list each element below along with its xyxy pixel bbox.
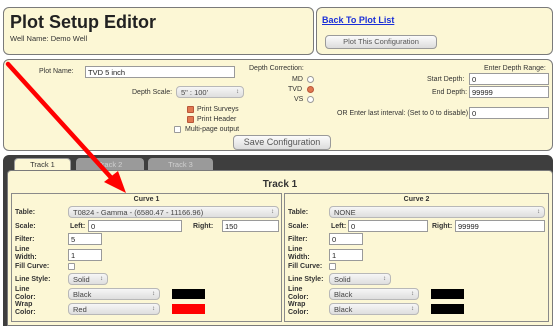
select-arrows-icon: ↕ (271, 209, 274, 215)
start-depth-input[interactable]: 0 (469, 73, 549, 85)
curve-2-table-select[interactable]: NONE ↕ (329, 206, 545, 218)
plot-name-input[interactable]: TVD 5 inch (85, 66, 235, 78)
print-header-checkbox[interactable] (187, 116, 194, 123)
curve-1-line-style-label: Line Style: (15, 276, 51, 283)
plot-name-label: Plot Name: (39, 68, 74, 75)
header-actions-panel: Back To Plot List Plot This Configuratio… (316, 7, 553, 55)
track-title: Track 1 (262, 179, 298, 190)
tab-track-3[interactable]: Track 3 (148, 158, 213, 170)
curve-1-filter-label: Filter: (15, 236, 35, 243)
print-surveys-label: Print Surveys (197, 106, 239, 113)
curve-1-fill-curve-label: Fill Curve: (15, 263, 50, 270)
tab-track-2[interactable]: Track 2 (76, 158, 144, 170)
select-arrows-icon: ↕ (383, 276, 386, 282)
curve-1-line-style-select[interactable]: Solid ↕ (68, 273, 108, 285)
select-arrows-icon: ↕ (152, 306, 155, 312)
settings-panel: Plot Name: TVD 5 inch Depth Scale: 5" : … (3, 59, 553, 151)
tab-track-1[interactable]: Track 1 (14, 158, 71, 170)
depth-correction-label: Depth Correction: (249, 65, 304, 72)
curve-2-line-style-select[interactable]: Solid ↕ (329, 273, 391, 285)
save-configuration-button[interactable]: Save Configuration (233, 135, 331, 150)
curve-2-fill-curve-checkbox[interactable] (329, 263, 336, 270)
curve-2-line-color-value: Black (334, 290, 353, 299)
curve-1-wrap-color-swatch (172, 304, 205, 314)
curve-2-right-label: Right: (432, 223, 453, 230)
curve-2-line-width-input[interactable]: 1 (329, 249, 363, 261)
header-panel: Plot Setup Editor Well Name: Demo Well (3, 7, 314, 55)
curve-2-left-label: Left: (331, 223, 347, 230)
curve-2-fill-curve-label: Fill Curve: (288, 263, 323, 270)
curve-2-filter-label: Filter: (288, 236, 308, 243)
curve-1-line-color-swatch (172, 289, 205, 299)
end-depth-label: End Depth: (432, 89, 468, 96)
last-interval-label: OR Enter last interval: (Set to 0 to dis… (337, 110, 469, 117)
curve-2-line-color-label: Line Color: (288, 286, 309, 301)
curve-2-wrap-color-select[interactable]: Black ↕ (329, 303, 419, 315)
curve-2-wrap-color-label: Wrap Color: (288, 301, 309, 316)
print-header-label: Print Header (197, 116, 237, 123)
curve-1-scale-label: Scale: (15, 223, 36, 230)
start-depth-label: Start Depth: (427, 76, 465, 83)
md-label: MD (292, 76, 303, 83)
last-interval-input[interactable]: 0 (469, 107, 549, 119)
curve-2-table-value: NONE (334, 208, 356, 217)
vs-label: VS (294, 96, 304, 103)
curve-2-line-style-label: Line Style: (288, 276, 324, 283)
select-arrows-icon: ↕ (152, 291, 155, 297)
curve-1-right-label: Right: (193, 223, 214, 230)
curve-2-line-color-select[interactable]: Black ↕ (329, 288, 419, 300)
curve-2-title: Curve 2 (403, 196, 430, 203)
curve-1-left-label: Left: (70, 223, 86, 230)
curve-1-table-value: T0824 - Gamma - (6580.47 - 11166.96) (73, 208, 204, 217)
print-surveys-checkbox[interactable] (187, 106, 194, 113)
depth-scale-label: Depth Scale: (132, 89, 173, 96)
multipage-output-label: Multi-page output (185, 126, 240, 133)
tvd-label: TVD (288, 86, 302, 93)
curve-1-filter-input[interactable]: 5 (68, 233, 102, 245)
curve-1-fill-curve-checkbox[interactable] (68, 263, 75, 270)
curve-1-line-width-label: Line Width: (15, 246, 37, 261)
curve-2-filter-input[interactable]: 0 (329, 233, 363, 245)
curve-1-wrap-color-value: Red (73, 305, 87, 314)
page-title: Plot Setup Editor (10, 12, 156, 32)
md-radio[interactable] (307, 76, 314, 83)
select-arrows-icon: ↕ (411, 306, 414, 312)
curve-1-table-select[interactable]: T0824 - Gamma - (6580.47 - 11166.96) ↕ (68, 206, 279, 218)
curve-1-table-label: Table: (15, 209, 36, 216)
curve-1-line-color-select[interactable]: Black ↕ (68, 288, 160, 300)
curve-1-line-color-value: Black (73, 290, 92, 299)
depth-scale-value: 5" : 100' (181, 88, 209, 97)
multipage-output-checkbox[interactable] (174, 126, 181, 133)
depth-scale-select[interactable]: 5" : 100' ↕ (176, 86, 244, 98)
curve-2-table-label: Table: (288, 209, 309, 216)
well-name: Well Name: Demo Well (10, 34, 88, 43)
end-depth-input[interactable]: 99999 (469, 86, 549, 98)
curve-2-left-input[interactable]: 0 (348, 220, 428, 232)
curve-1-right-input[interactable]: 150 (222, 220, 279, 232)
select-arrows-icon: ↕ (100, 276, 103, 282)
curve-1-line-style-value: Solid (73, 275, 90, 284)
select-arrows-icon: ↕ (537, 209, 540, 215)
curve-2-right-input[interactable]: 99999 (455, 220, 545, 232)
curve-2-line-style-value: Solid (334, 275, 351, 284)
curve-1-left-input[interactable]: 0 (88, 220, 182, 232)
vs-radio[interactable] (307, 96, 314, 103)
curve-2-scale-label: Scale: (288, 223, 309, 230)
enter-depth-range-label: Enter Depth Range: (484, 65, 546, 72)
select-arrows-icon: ↕ (236, 89, 239, 95)
curve-1-title: Curve 1 (133, 196, 160, 203)
curve-1-line-color-label: Line Color: (15, 286, 36, 301)
curve-1-wrap-color-label: Wrap Color: (15, 301, 36, 316)
curve-2-line-color-swatch (431, 289, 464, 299)
back-to-plot-list-link[interactable]: Back To Plot List (322, 15, 394, 25)
tvd-radio[interactable] (307, 86, 314, 93)
curve-2-line-width-label: Line Width: (288, 246, 310, 261)
curve-2-wrap-color-value: Black (334, 305, 353, 314)
select-arrows-icon: ↕ (411, 291, 414, 297)
curve-1-wrap-color-select[interactable]: Red ↕ (68, 303, 160, 315)
curve-2-wrap-color-swatch (431, 304, 464, 314)
curve-1-line-width-input[interactable]: 1 (68, 249, 102, 261)
plot-this-configuration-button[interactable]: Plot This Configuration (325, 35, 437, 49)
